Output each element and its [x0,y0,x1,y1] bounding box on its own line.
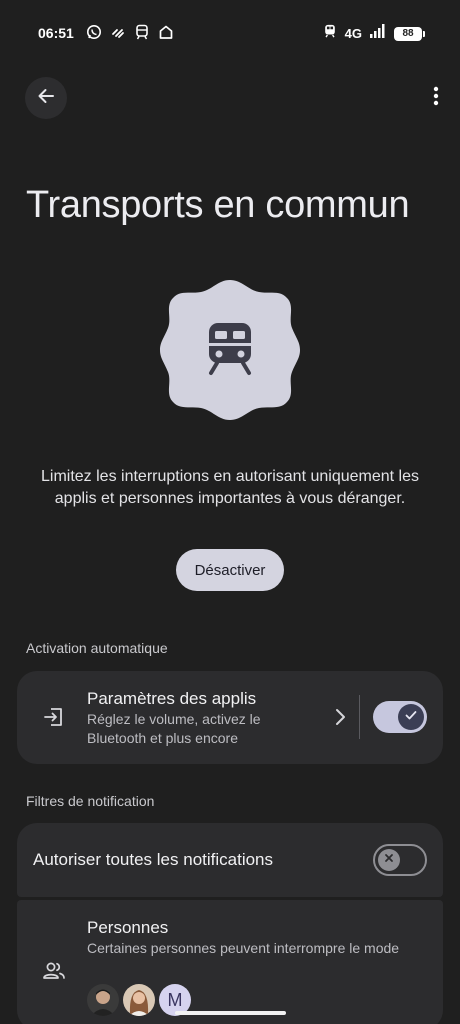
arrow-back-icon [36,86,56,111]
status-system-icons: 4G 88 [323,24,425,43]
mode-settings-screen: 06:51 4G 88 Transports en commun Limitez… [0,0,460,1024]
deactivate-button[interactable]: Désactiver [176,549,284,591]
chevron-right-icon [333,707,347,732]
app-settings-row[interactable]: Paramètres des applis Réglez le volume, … [17,671,443,764]
toggle-thumb [398,704,424,730]
train-icon [134,24,150,45]
mode-hero-badge [158,278,302,422]
status-bar: 06:51 4G 88 [0,22,460,46]
home-indicator[interactable] [175,1011,286,1015]
toggle-thumb [378,849,400,871]
avatar [123,984,155,1016]
battery-icon: 88 [394,26,425,41]
whatsapp-icon [86,24,102,45]
app-settings-toggle[interactable] [373,701,427,733]
people-subtitle: Certaines personnes peuvent interrompre … [87,940,400,956]
status-time: 06:51 [38,25,74,41]
train-icon [205,321,255,382]
back-button[interactable] [25,77,67,119]
app-settings-title: Paramètres des applis [87,689,257,708]
page-title: Transports en commun [26,184,410,226]
allow-all-notifications-title: Autoriser toutes les notifications [33,850,274,869]
more-options-button[interactable] [426,82,446,114]
login-icon [41,704,67,730]
section-label-auto-activation: Activation automatique [26,640,168,656]
allow-all-notifications-toggle[interactable] [373,844,427,876]
network-type: 4G [344,26,362,41]
section-label-notification-filters: Filtres de notification [26,793,155,809]
train-icon [323,24,337,43]
allow-all-notifications-row[interactable]: Autoriser toutes les notifications [17,823,443,897]
people-title: Personnes [87,918,169,937]
avatar [87,984,119,1016]
status-notification-icons [86,24,174,45]
more-vert-icon [433,86,439,111]
signal-icon [370,24,386,43]
people-icon [41,958,67,984]
row-divider [359,695,360,739]
people-row[interactable]: Personnes Certaines personnes peuvent in… [17,900,443,1024]
close-icon [383,851,395,869]
mode-description: Limitez les interruptions en autorisant … [41,468,419,507]
check-icon [404,708,418,727]
home-icon [158,24,174,45]
link-icon [110,24,126,45]
app-settings-subtitle: Réglez le volume, activez le Bluetooth e… [87,711,261,746]
